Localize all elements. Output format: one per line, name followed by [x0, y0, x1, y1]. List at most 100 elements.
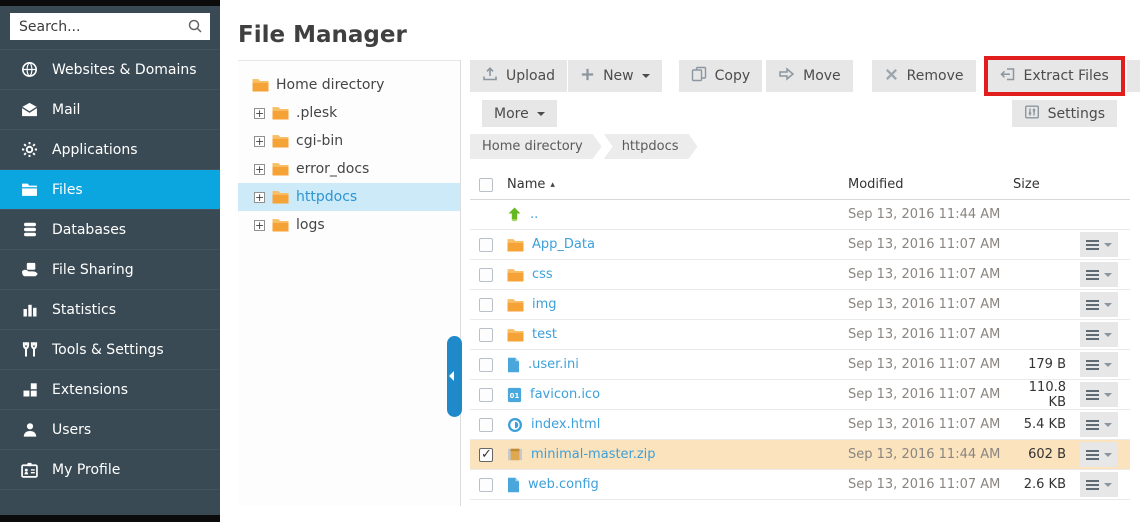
table-row: App_Data Sep 13, 2016 11:07 AM: [470, 230, 1130, 260]
sidebar-item-statistics[interactable]: Statistics: [0, 289, 220, 329]
database-icon: [20, 221, 39, 238]
upload-button[interactable]: Upload: [470, 60, 567, 92]
folder-icon: [252, 78, 269, 92]
search-icon[interactable]: [187, 18, 203, 38]
row-checkbox[interactable]: [479, 328, 493, 342]
table-row: css Sep 13, 2016 11:07 AM: [470, 260, 1130, 290]
file-link[interactable]: img: [532, 297, 557, 312]
column-header-name[interactable]: Name: [507, 177, 545, 192]
folder-icon: [272, 162, 289, 176]
sidebar-item-databases[interactable]: Databases: [0, 209, 220, 249]
settings-button[interactable]: Settings: [1012, 100, 1117, 127]
column-header-size[interactable]: Size: [1008, 177, 1068, 192]
table-row-selected: minimal-master.zip Sep 13, 2016 11:44 AM…: [470, 440, 1130, 470]
file-link[interactable]: web.config: [528, 477, 599, 492]
add-to-archive-button[interactable]: Add to Archive: [1127, 60, 1140, 92]
expand-icon[interactable]: +: [254, 164, 265, 175]
sidebar-item-label: Databases: [52, 222, 126, 238]
tree-item-httpdocs[interactable]: + httpdocs: [238, 183, 460, 211]
file-link[interactable]: .user.ini: [528, 357, 579, 372]
file-link[interactable]: index.html: [531, 417, 600, 432]
row-modified: Sep 13, 2016 11:07 AM: [848, 267, 1008, 282]
folder-icon: [20, 182, 39, 197]
row-checkbox[interactable]: [479, 358, 493, 372]
sidebar-item-files[interactable]: Files: [0, 169, 220, 209]
row-menu-button[interactable]: [1080, 412, 1118, 437]
more-button[interactable]: More: [482, 100, 557, 127]
file-link[interactable]: favicon.ico: [530, 387, 600, 402]
chevron-down-icon: [1104, 273, 1112, 281]
sidebar-item-websites-domains[interactable]: Websites & Domains: [0, 49, 220, 89]
folder-icon: [507, 238, 524, 252]
row-menu-button[interactable]: [1080, 232, 1118, 257]
table-row: test Sep 13, 2016 11:07 AM: [470, 320, 1130, 350]
tree-item-home-directory[interactable]: Home directory: [238, 71, 460, 99]
folder-icon: [272, 190, 289, 204]
row-checkbox[interactable]: [479, 268, 493, 282]
row-menu-button[interactable]: [1080, 442, 1118, 467]
remove-x-icon: [884, 67, 899, 86]
sort-ascending-icon: ▴: [550, 180, 555, 190]
expand-icon[interactable]: +: [254, 136, 265, 147]
hamburger-icon: [1086, 420, 1099, 430]
sidebar-item-file-sharing[interactable]: File Sharing: [0, 249, 220, 289]
expand-icon[interactable]: +: [254, 220, 265, 231]
extract-files-button[interactable]: Extract Files: [988, 60, 1121, 92]
up-directory-icon: [507, 207, 522, 223]
row-checkbox[interactable]: [479, 238, 493, 252]
file-link[interactable]: test: [532, 327, 557, 342]
search-input[interactable]: [10, 13, 210, 40]
row-menu-button[interactable]: [1080, 322, 1118, 347]
remove-button[interactable]: Remove: [872, 60, 976, 92]
row-checkbox[interactable]: [479, 418, 493, 432]
row-modified: Sep 13, 2016 11:07 AM: [848, 477, 1008, 492]
row-menu-button[interactable]: [1080, 352, 1118, 377]
sidebar-item-users[interactable]: Users: [0, 409, 220, 449]
select-all-checkbox[interactable]: [479, 178, 493, 192]
blocks-icon: [20, 382, 39, 398]
row-menu-button[interactable]: [1080, 382, 1118, 407]
column-header-modified[interactable]: Modified: [848, 177, 1008, 192]
row-checkbox[interactable]: [479, 478, 493, 492]
tree-collapse-handle[interactable]: [447, 336, 462, 417]
breadcrumb-item-home-directory[interactable]: Home directory: [470, 134, 602, 159]
move-button[interactable]: Move: [766, 60, 853, 92]
parent-directory-link[interactable]: ..: [530, 207, 538, 222]
sidebar-item-tools-settings[interactable]: Tools & Settings: [0, 329, 220, 369]
row-checkbox-checked[interactable]: [479, 448, 493, 462]
row-checkbox[interactable]: [479, 388, 493, 402]
folder-icon: [507, 328, 524, 342]
row-menu-button[interactable]: [1080, 472, 1118, 497]
hamburger-icon: [1086, 450, 1099, 460]
row-modified: Sep 13, 2016 11:44 AM: [848, 207, 1008, 222]
row-modified: Sep 13, 2016 11:07 AM: [848, 417, 1008, 432]
chevron-down-icon: [1104, 423, 1112, 431]
file-link[interactable]: css: [532, 267, 553, 282]
row-checkbox[interactable]: [479, 298, 493, 312]
folder-icon: [272, 218, 289, 232]
file-link[interactable]: minimal-master.zip: [531, 447, 656, 462]
tree-item-label: .plesk: [296, 105, 337, 121]
sidebar-item-applications[interactable]: Applications: [0, 129, 220, 169]
row-menu-button[interactable]: [1080, 292, 1118, 317]
breadcrumb-item-httpdocs[interactable]: httpdocs: [604, 134, 698, 159]
row-menu-button[interactable]: [1080, 262, 1118, 287]
tree-item-plesk[interactable]: + .plesk: [238, 99, 460, 127]
sidebar-item-label: Statistics: [52, 302, 116, 318]
expand-icon[interactable]: +: [254, 192, 265, 203]
row-modified: Sep 13, 2016 11:07 AM: [848, 357, 1008, 372]
new-button[interactable]: New: [568, 60, 662, 92]
file-link[interactable]: App_Data: [532, 237, 595, 252]
sidebar-item-mail[interactable]: Mail: [0, 89, 220, 129]
tree-item-error-docs[interactable]: + error_docs: [238, 155, 460, 183]
sidebar-item-extensions[interactable]: Extensions: [0, 369, 220, 409]
sidebar-item-label: Files: [52, 182, 83, 198]
tree-item-logs[interactable]: + logs: [238, 211, 460, 239]
sidebar-item-label: Applications: [52, 142, 138, 158]
sidebar-item-my-profile[interactable]: My Profile: [0, 449, 220, 489]
expand-icon[interactable]: +: [254, 108, 265, 119]
tree-item-label: cgi-bin: [296, 133, 343, 149]
tree-item-cgi-bin[interactable]: + cgi-bin: [238, 127, 460, 155]
user-icon: [20, 422, 39, 438]
copy-button[interactable]: Copy: [679, 60, 763, 92]
